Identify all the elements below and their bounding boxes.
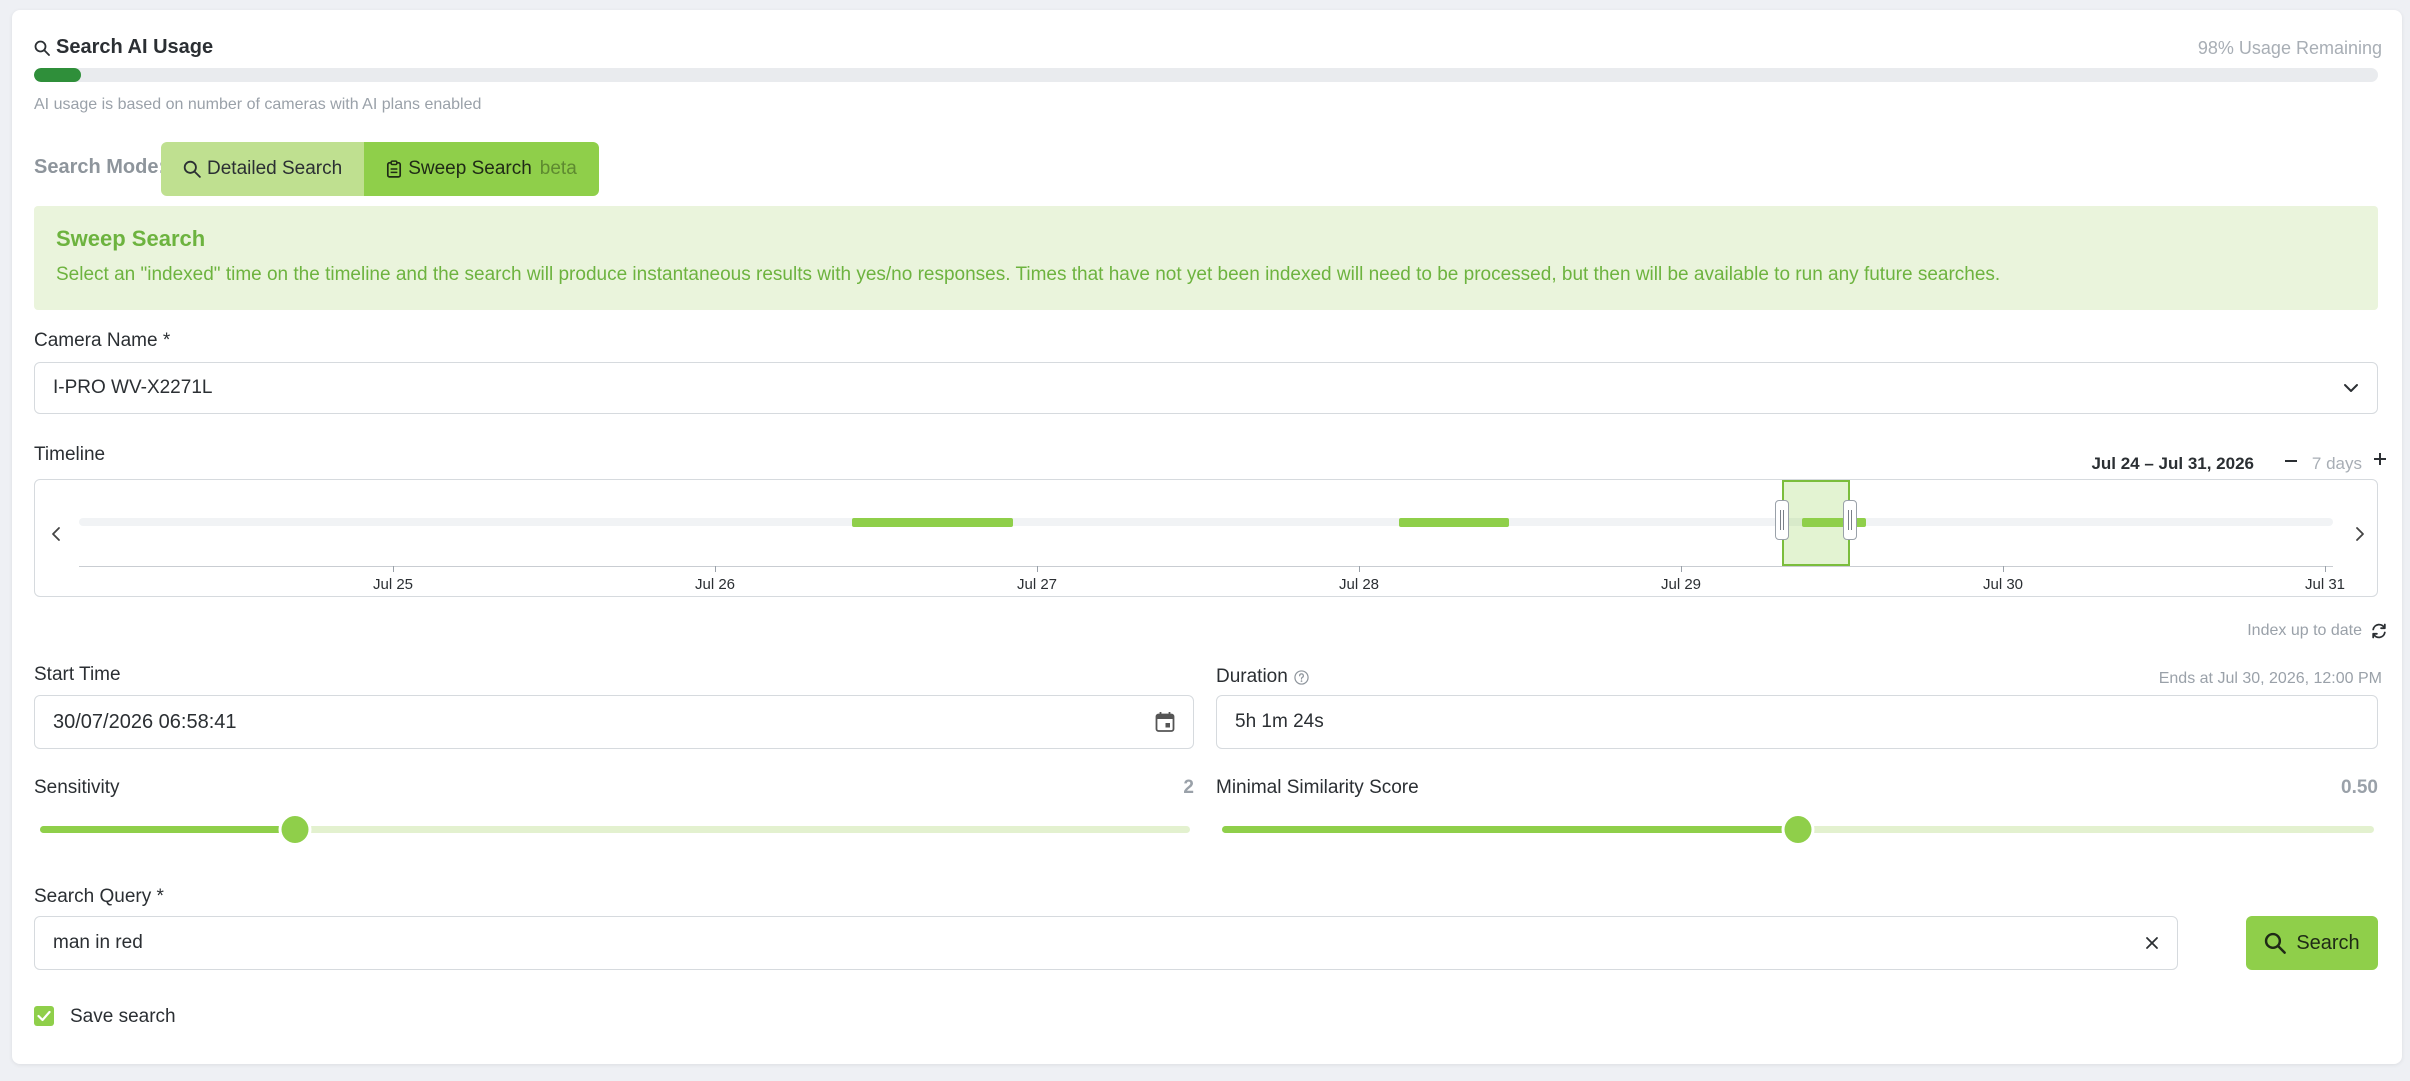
search-button[interactable]: Search	[2246, 916, 2378, 970]
zoom-out-button[interactable]	[2284, 450, 2298, 470]
beta-badge: beta	[539, 158, 577, 179]
similarity-value: 0.50	[2341, 777, 2378, 798]
timeline-tick-label: Jul 25	[372, 576, 414, 593]
sensitivity-slider[interactable]	[40, 816, 1190, 843]
timeline-prev-button[interactable]	[51, 526, 61, 542]
start-time-label: Start Time	[34, 664, 121, 685]
clipboard-icon	[386, 160, 402, 178]
sensitivity-slider-fill	[40, 826, 296, 833]
duration-value: 5h 1m 24s	[1235, 711, 1324, 732]
search-query-input[interactable]: man in red	[34, 916, 2178, 970]
save-search-checkbox[interactable]	[34, 1006, 54, 1026]
camera-select-value: I-PRO WV-X2271L	[53, 377, 213, 398]
timeline-tick-label: Jul 26	[694, 576, 736, 593]
check-icon	[37, 1010, 51, 1022]
usage-title: Search AI Usage	[34, 36, 213, 59]
duration-ends-at: Ends at Jul 30, 2026, 12:00 PM	[2158, 670, 2382, 687]
duration-label-text: Duration	[1216, 666, 1288, 687]
sweep-info-banner: Sweep Search Select an "indexed" time on…	[34, 206, 2378, 310]
timeline-label: Timeline	[34, 444, 106, 465]
similarity-slider-thumb[interactable]	[1784, 816, 1812, 843]
timeline-tick-label: Jul 30	[1982, 576, 2024, 593]
sensitivity-value: 2	[1183, 777, 1194, 798]
banner-title: Sweep Search	[56, 226, 206, 251]
sensitivity-label: Sensitivity	[34, 777, 120, 798]
similarity-slider[interactable]	[1222, 816, 2374, 843]
search-icon	[2264, 932, 2287, 954]
timeline-range: Jul 24 – Jul 31, 2026	[2091, 454, 2254, 473]
timeline[interactable]: Jul 25 Jul 26 Jul 27 Jul 28 Jul 29 Jul 30 Jul …	[34, 479, 2378, 597]
search-query-label: Search Query *	[34, 886, 164, 907]
save-search-label: Save search	[70, 1006, 176, 1027]
start-time-input[interactable]: 30/07/2026 06:58:41	[34, 695, 1194, 749]
camera-select[interactable]: I-PRO WV-X2271L	[34, 362, 2378, 414]
timeline-axis	[79, 566, 2333, 567]
clear-icon[interactable]	[2145, 936, 2159, 950]
timeline-selection[interactable]	[1782, 480, 1850, 566]
timeline-tick	[1681, 566, 1682, 572]
sweep-search-label: Sweep Search	[408, 158, 532, 179]
banner-text: Select an "indexed" time on the timeline…	[56, 264, 2001, 285]
sensitivity-slider-thumb[interactable]	[281, 816, 309, 843]
calendar-icon[interactable]	[1155, 711, 1175, 733]
timeline-tick-label: Jul 28	[1338, 576, 1380, 593]
timeline-zoom-label: 7 days	[2311, 454, 2362, 473]
timeline-indexed-segment[interactable]	[1399, 518, 1509, 527]
sweep-search-button[interactable]: Sweep Search beta	[364, 142, 599, 196]
usage-progress-fill	[34, 68, 81, 82]
detailed-search-button[interactable]: Detailed Search	[161, 142, 365, 196]
duration-input[interactable]: 5h 1m 24s	[1216, 695, 2378, 749]
timeline-tick-label: Jul 29	[1660, 576, 1702, 593]
similarity-label: Minimal Similarity Score	[1216, 777, 1419, 798]
timeline-tick	[393, 566, 394, 572]
timeline-selection-end-handle[interactable]	[1843, 500, 1857, 540]
usage-title-text: Search AI Usage	[56, 36, 214, 58]
detailed-search-label: Detailed Search	[207, 158, 343, 179]
timeline-selection-start-handle[interactable]	[1775, 500, 1790, 540]
duration-label: Duration	[1216, 666, 1309, 688]
camera-name-label: Camera Name *	[34, 330, 171, 351]
index-status: Index up to date	[2247, 622, 2362, 639]
usage-progress-bar	[34, 68, 2378, 82]
timeline-tick	[2003, 566, 2004, 572]
search-card: Search AI Usage 98% Usage Remaining AI u…	[12, 10, 2402, 1064]
start-time-value: 30/07/2026 06:58:41	[53, 710, 237, 733]
timeline-tick-label: Jul 31	[2304, 576, 2346, 593]
timeline-tick	[2325, 566, 2326, 572]
zoom-in-button[interactable]	[2372, 448, 2388, 468]
similarity-slider-fill	[1222, 826, 1798, 833]
search-icon	[183, 160, 201, 178]
timeline-indexed-segment[interactable]	[851, 518, 1013, 527]
search-mode-toggle: Detailed Search Sweep Search beta	[161, 142, 599, 196]
usage-note: AI usage is based on number of cameras w…	[34, 96, 482, 113]
timeline-tick-label: Jul 27	[1016, 576, 1058, 593]
timeline-next-button[interactable]	[2355, 526, 2365, 542]
search-mode-label: Search Mode:	[34, 156, 166, 178]
timeline-tick	[715, 566, 716, 572]
refresh-icon[interactable]	[2370, 622, 2388, 640]
search-query-value: man in red	[53, 932, 143, 953]
usage-remaining: 98% Usage Remaining	[2197, 38, 2382, 58]
search-button-label: Search	[2296, 931, 2360, 954]
chevron-down-icon	[2343, 383, 2359, 393]
timeline-tick	[1037, 566, 1038, 572]
help-icon[interactable]	[1294, 669, 1309, 685]
search-icon	[34, 40, 50, 56]
timeline-tick	[1359, 566, 1360, 572]
timeline-track	[79, 518, 2333, 526]
